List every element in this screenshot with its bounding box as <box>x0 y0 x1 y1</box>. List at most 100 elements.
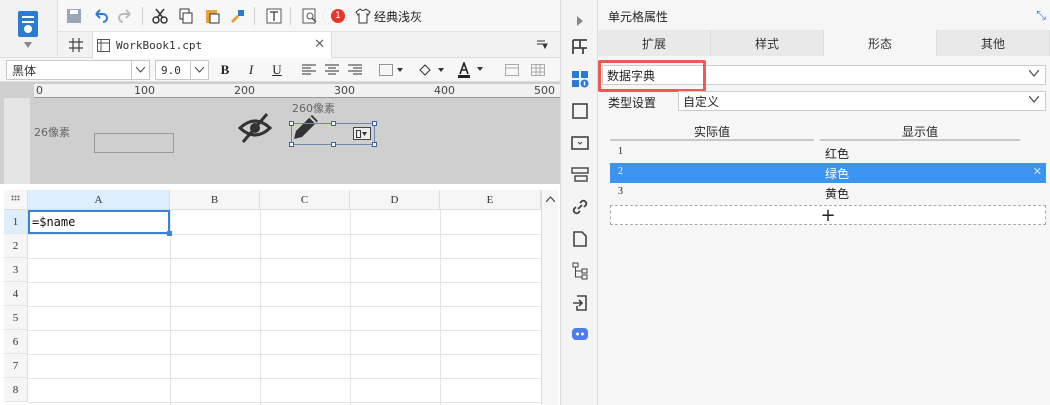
row-header[interactable]: 4 <box>4 282 28 306</box>
font-color-icon[interactable] <box>455 60 487 80</box>
data-export-icon[interactable] <box>569 228 591 250</box>
chevron-down-icon <box>1028 95 1040 106</box>
logo-area[interactable] <box>0 0 58 58</box>
import-icon[interactable] <box>569 292 591 314</box>
tab-menu-icon[interactable] <box>532 35 552 55</box>
spreadsheet-grid: A B C D E 1 2 3 4 5 6 7 8 =$name <box>0 190 558 405</box>
chevron-up-icon <box>546 196 555 202</box>
display-value: 红色 <box>825 147 850 161</box>
column-header-d[interactable]: D <box>350 190 440 210</box>
tab-workbook[interactable]: WorkBook1.cpt ✕ <box>92 32 332 58</box>
row-index: 3 <box>618 186 623 197</box>
merge-cells-icon[interactable] <box>502 60 522 80</box>
bold-button[interactable]: B <box>215 60 235 80</box>
highlight-box <box>598 60 706 92</box>
select-all-corner[interactable] <box>4 190 28 210</box>
row-header[interactable]: 6 <box>4 330 28 354</box>
delete-row-icon[interactable]: ✕ <box>1033 165 1042 178</box>
hyperlink-icon[interactable] <box>569 196 591 218</box>
split-cells-icon[interactable] <box>528 60 548 80</box>
grid-line <box>28 378 541 379</box>
tab-style[interactable]: 样式 <box>711 30 824 56</box>
format-painter-icon[interactable] <box>228 6 248 26</box>
vertical-scrollbar[interactable] <box>541 190 558 405</box>
resize-handle[interactable] <box>289 142 294 147</box>
resize-handle[interactable] <box>331 121 336 126</box>
tab-expand[interactable]: 扩展 <box>598 30 711 56</box>
tree-structure-icon[interactable] <box>569 260 591 282</box>
parameter-label-box[interactable] <box>94 133 174 153</box>
resize-handle[interactable] <box>372 142 377 147</box>
copy-icon[interactable] <box>176 6 196 26</box>
underline-button[interactable]: U <box>267 60 287 80</box>
theme-button[interactable]: 经典浅灰 <box>355 6 422 26</box>
tab-other[interactable]: 其他 <box>937 30 1050 56</box>
italic-button[interactable]: I <box>241 60 261 80</box>
resize-handle[interactable] <box>289 121 294 126</box>
grid-line <box>28 306 541 307</box>
ruler-mark: 0 <box>36 84 43 97</box>
chevron-down-icon <box>190 61 208 79</box>
column-header-e[interactable]: E <box>440 190 541 210</box>
fill-color-icon[interactable] <box>416 60 448 80</box>
table-row[interactable]: 2 绿色 ✕ <box>610 163 1046 183</box>
align-center-icon[interactable] <box>322 60 342 80</box>
tab-label: WorkBook1.cpt <box>116 38 203 52</box>
tab-form[interactable]: 形态 <box>824 30 937 56</box>
height-pixel-label: 26像素 <box>34 126 70 139</box>
cell-a1[interactable]: =$name <box>28 210 172 236</box>
row-header[interactable]: 1 <box>4 210 28 234</box>
pin-icon[interactable]: ⤡ <box>1036 8 1046 23</box>
ruler-mark: 300 <box>334 84 355 97</box>
row-header[interactable]: 8 <box>4 378 28 402</box>
font-name-select[interactable]: 黑体 <box>6 60 150 80</box>
preview-icon[interactable] <box>300 6 320 26</box>
grid-line <box>28 402 541 403</box>
row-index: 1 <box>618 146 623 157</box>
widget-icon[interactable] <box>569 132 591 154</box>
design-canvas[interactable]: 260像素 26像素 <box>34 98 554 184</box>
display-value: 绿色 <box>825 167 850 181</box>
table-row[interactable]: 3 黄色 <box>610 183 1046 203</box>
row-header[interactable]: 7 <box>4 354 28 378</box>
tab-bar: WorkBook1.cpt ✕ <box>58 32 560 58</box>
close-icon[interactable]: ✕ <box>314 37 325 52</box>
font-size-select[interactable]: 9.0 <box>155 60 209 80</box>
column-header-c[interactable]: C <box>260 190 350 210</box>
add-row-button[interactable]: + <box>610 205 1046 226</box>
column-header-b[interactable]: B <box>170 190 260 210</box>
align-right-icon[interactable] <box>345 60 365 80</box>
save-icon[interactable] <box>64 6 84 26</box>
dropdown-widget[interactable] <box>289 121 377 147</box>
chat-assistant-icon[interactable] <box>569 324 591 346</box>
row-header[interactable]: 2 <box>4 234 28 258</box>
type-setting-select[interactable]: 自定义 <box>678 91 1046 111</box>
theme-label: 经典浅灰 <box>374 9 423 24</box>
toolbar-divider <box>254 7 255 25</box>
table-row[interactable]: 1 红色 <box>610 143 1046 163</box>
condition-attribute-icon[interactable] <box>569 164 591 186</box>
grid-line <box>28 258 541 259</box>
toolbar-divider <box>290 7 291 25</box>
expand-panel-icon[interactable] <box>569 10 591 32</box>
resize-handle[interactable] <box>331 142 336 147</box>
align-left-icon[interactable] <box>299 60 319 80</box>
text-edit-icon[interactable] <box>264 6 284 26</box>
cut-icon[interactable] <box>150 6 170 26</box>
cell-element-icon[interactable] <box>569 100 591 122</box>
column-header-a[interactable]: A <box>28 190 170 210</box>
hidden-eye-icon <box>238 113 272 143</box>
undo-icon[interactable] <box>90 6 110 26</box>
redo-icon[interactable] <box>116 6 136 26</box>
grid-line <box>440 210 441 405</box>
grid-toggle-icon[interactable] <box>66 35 86 55</box>
cell-properties-icon[interactable] <box>569 68 591 90</box>
widget-layout-icon[interactable] <box>569 36 591 58</box>
row-header[interactable]: 5 <box>4 306 28 330</box>
row-header[interactable]: 3 <box>4 258 28 282</box>
paste-icon[interactable] <box>202 6 222 26</box>
resize-handle[interactable] <box>372 121 377 126</box>
notification-badge[interactable]: 1 <box>331 9 345 23</box>
border-icon[interactable] <box>377 60 407 80</box>
horizontal-ruler: 0 100 200 300 400 500 <box>34 84 560 98</box>
